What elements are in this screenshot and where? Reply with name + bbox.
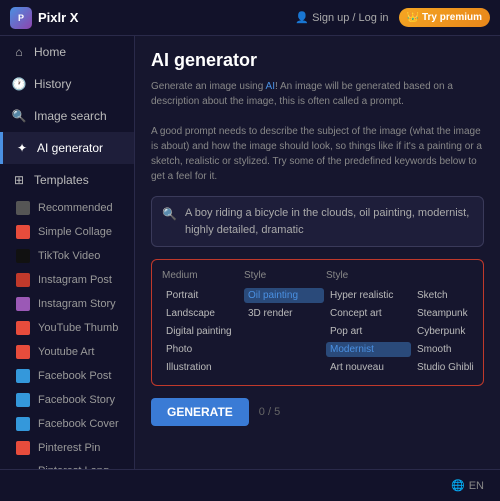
footer: 🌐 EN: [0, 469, 500, 501]
sidebar-item-tiktok-video[interactable]: TikTok Video: [0, 244, 134, 268]
prompt-value: A boy riding a bicycle in the clouds, oi…: [185, 205, 473, 238]
option-pop-art[interactable]: Pop art: [326, 324, 411, 339]
logo-icon: P: [10, 7, 32, 29]
generate-counter: 0 / 5: [259, 406, 280, 418]
style3-header: [413, 270, 498, 281]
youtube-thumb-icon: [16, 321, 30, 335]
pinterest-pin-icon: [16, 441, 30, 455]
try-premium-button[interactable]: 👑 Try premium: [399, 8, 490, 27]
sidebar-item-templates[interactable]: ⊞ Templates: [0, 164, 134, 196]
sidebar-item-pinterest-pin[interactable]: Pinterest Pin: [0, 436, 134, 460]
prompt-box[interactable]: 🔍 A boy riding a bicycle in the clouds, …: [151, 196, 484, 247]
option-smooth[interactable]: Smooth: [413, 342, 498, 357]
style3-col: Sketch Steampunk Cyberpunk Smooth Studio…: [413, 270, 498, 375]
option-portrait[interactable]: Portrait: [162, 288, 242, 303]
option-steampunk[interactable]: Steampunk: [413, 306, 498, 321]
topbar-right: 👤 Sign up / Log in 👑 Try premium: [295, 8, 490, 27]
person-icon: 👤: [295, 11, 309, 24]
instagram-story-icon: [16, 297, 30, 311]
sidebar-item-youtube-art[interactable]: Youtube Art: [0, 340, 134, 364]
option-hyper-realistic[interactable]: Hyper realistic: [326, 288, 411, 303]
facebook-story-icon: [16, 393, 30, 407]
globe-icon: 🌐: [451, 479, 465, 492]
option-illustration[interactable]: Illustration: [162, 360, 242, 375]
facebook-post-icon: [16, 369, 30, 383]
option-landscape[interactable]: Landscape: [162, 306, 242, 321]
history-icon: 🕐: [12, 77, 26, 91]
tiktok-icon: [16, 249, 30, 263]
medium-col: Medium Portrait Landscape Digital painti…: [162, 270, 242, 375]
topbar-left: P Pixlr X: [10, 7, 78, 29]
prompt-search-icon: 🔍: [162, 207, 177, 221]
recommended-icon: [16, 201, 30, 215]
sidebar-item-instagram-post[interactable]: Instagram Post: [0, 268, 134, 292]
main-layout: ⌂ Home 🕐 History 🔍 Image search ✦ AI gen…: [0, 36, 500, 469]
generate-button[interactable]: GENERATE: [151, 398, 249, 426]
sidebar-item-recommended[interactable]: Recommended: [0, 196, 134, 220]
search-icon: 🔍: [12, 109, 26, 123]
sidebar-item-ai-generator[interactable]: ✦ AI generator: [0, 132, 134, 164]
medium-header: Medium: [162, 270, 242, 281]
option-sketch[interactable]: Sketch: [413, 288, 498, 303]
style2-col: Style Hyper realistic Concept art Pop ar…: [326, 270, 411, 375]
youtube-art-icon: [16, 345, 30, 359]
option-photo[interactable]: Photo: [162, 342, 242, 357]
option-modernist[interactable]: Modernist: [326, 342, 411, 357]
option-oil-painting[interactable]: Oil painting: [244, 288, 324, 303]
sidebar-item-youtube-thumb[interactable]: YouTube Thumb: [0, 316, 134, 340]
ai-highlight: AI: [266, 81, 275, 92]
option-cyberpunk[interactable]: Cyberpunk: [413, 324, 498, 339]
sidebar-item-facebook-cover[interactable]: Facebook Cover: [0, 412, 134, 436]
ai-icon: ✦: [15, 141, 29, 155]
sidebar-item-home[interactable]: ⌂ Home: [0, 36, 134, 68]
simple-collage-icon: [16, 225, 30, 239]
page-description: Generate an image using AI! An image wil…: [151, 79, 484, 184]
signup-link[interactable]: 👤 Sign up / Log in: [295, 11, 388, 24]
logo-text: Pixlr X: [38, 10, 78, 25]
sidebar-item-facebook-story[interactable]: Facebook Story: [0, 388, 134, 412]
sidebar-item-facebook-post[interactable]: Facebook Post: [0, 364, 134, 388]
style-header: Style: [244, 270, 324, 281]
option-3d-render[interactable]: 3D render: [244, 306, 324, 321]
option-art-nouveau[interactable]: Art nouveau: [326, 360, 411, 375]
language-label: EN: [469, 480, 484, 492]
instagram-icon: [16, 273, 30, 287]
crown-icon: 👑: [407, 12, 419, 23]
page-title: AI generator: [151, 50, 484, 71]
content-area: AI generator Generate an image using AI!…: [135, 36, 500, 469]
sidebar-item-image-search[interactable]: 🔍 Image search: [0, 100, 134, 132]
bottom-bar: GENERATE 0 / 5: [151, 398, 484, 426]
options-grid: Medium Portrait Landscape Digital painti…: [151, 259, 484, 386]
sidebar: ⌂ Home 🕐 History 🔍 Image search ✦ AI gen…: [0, 36, 135, 469]
language-selector[interactable]: 🌐 EN: [451, 479, 484, 492]
topbar: P Pixlr X 👤 Sign up / Log in 👑 Try premi…: [0, 0, 500, 36]
option-digital-painting[interactable]: Digital painting: [162, 324, 242, 339]
facebook-cover-icon: [16, 417, 30, 431]
sidebar-item-pinterest-long[interactable]: Pinterest Long Pin: [0, 460, 134, 469]
style2-header: Style: [326, 270, 411, 281]
templates-icon: ⊞: [12, 173, 26, 187]
home-icon: ⌂: [12, 45, 26, 59]
sidebar-item-history[interactable]: 🕐 History: [0, 68, 134, 100]
option-studio-ghibli[interactable]: Studio Ghibli: [413, 360, 498, 375]
sidebar-item-simple-collage[interactable]: Simple Collage: [0, 220, 134, 244]
style-col: Style Oil painting 3D render: [244, 270, 324, 375]
option-concept-art[interactable]: Concept art: [326, 306, 411, 321]
sidebar-item-instagram-story[interactable]: Instagram Story: [0, 292, 134, 316]
